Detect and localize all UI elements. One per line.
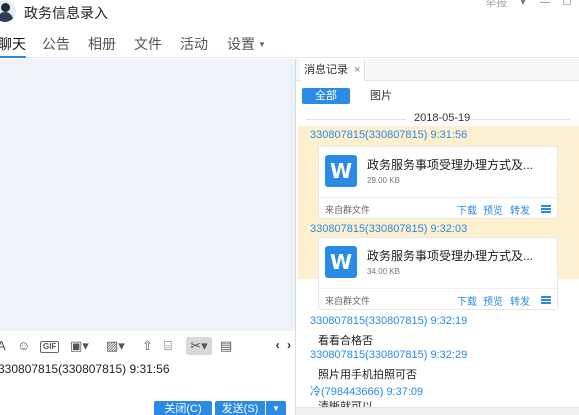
preview-link[interactable]: 预览 xyxy=(483,202,503,217)
tab-activities[interactable]: 活动 xyxy=(180,34,208,54)
tab-message-history-label: 消息记录 xyxy=(304,64,348,76)
date-line-right xyxy=(470,119,570,120)
filter-images-button[interactable]: 图片 xyxy=(370,88,392,104)
tab-settings-label: 设置 xyxy=(227,36,255,52)
tab-message-history[interactable]: 消息记录 × xyxy=(300,59,366,81)
message-sender[interactable]: 330807815(330807815) 9:32:29 xyxy=(310,349,467,361)
send-options-button[interactable]: ▼ xyxy=(266,401,286,415)
file-size: 29.00 KB xyxy=(367,176,400,185)
forward-link[interactable]: 转发 xyxy=(510,293,530,308)
avatar-body xyxy=(0,12,13,22)
avatar-head xyxy=(1,3,10,12)
nav-tabs: 聊天 公告 相册 文件 活动 设置 ▼ xyxy=(0,28,579,58)
message-history-panel: 消息记录 × 全部 图片 2018-05-19 330807815(3308078… xyxy=(296,59,579,415)
image-icon[interactable]: ▨▾ xyxy=(106,337,125,355)
message-sender[interactable]: 冷(798443666) 9:37:09 xyxy=(310,383,423,399)
history-nav-arrows[interactable]: ‹ › xyxy=(276,338,293,352)
minimize-button[interactable]: — xyxy=(539,0,551,8)
preview-link[interactable]: 预览 xyxy=(483,293,503,308)
tab-announcements[interactable]: 公告 xyxy=(42,34,70,54)
tab-album[interactable]: 相册 xyxy=(88,34,116,54)
chevron-down-icon: ▼ xyxy=(258,40,266,49)
message-sender[interactable]: 330807815(330807815) 9:32:03 xyxy=(310,223,467,235)
calendar-icon[interactable]: ⌸ xyxy=(164,337,172,355)
file-card[interactable]: W 政务服务事项受理办理方式及... 29.00 KB 来自群文件 下载 预览 … xyxy=(318,146,558,219)
report-link[interactable]: 举报 xyxy=(485,0,507,10)
emoji-icon[interactable]: ☺ xyxy=(17,337,30,355)
file-name[interactable]: 政务服务事项受理办理方式及... xyxy=(367,247,533,264)
file-card[interactable]: W 政务服务事项受理办理方式及... 34.00 KB 来自群文件 下载 预览 … xyxy=(318,237,558,310)
file-size: 34.00 KB xyxy=(367,267,400,276)
message-text: 清晰就可以 xyxy=(318,401,373,407)
chat-message-area[interactable] xyxy=(0,59,295,331)
file-source: 来自群文件 xyxy=(325,205,371,215)
message-sender[interactable]: 330807815(330807815) 9:31:56 xyxy=(310,129,467,141)
scissors-icon[interactable]: ✂▾ xyxy=(186,337,212,355)
title-bar: 政务信息录入 举报 ▾ — ☐ xyxy=(0,0,579,28)
send-button[interactable]: 发送(S) xyxy=(215,401,265,415)
file-card-footer: 来自群文件 下载 预览 转发 xyxy=(319,288,557,310)
history-tab-bar: 消息记录 × xyxy=(296,59,579,81)
word-file-icon: W xyxy=(325,246,357,278)
tab-settings[interactable]: 设置 ▼ xyxy=(227,34,266,54)
date-line-left xyxy=(306,119,406,120)
history-bottom-bar xyxy=(296,407,579,415)
message-sender[interactable]: 330807815(330807815) 9:32:19 xyxy=(310,315,467,327)
window-controls: 举报 ▾ — ☐ xyxy=(485,0,579,12)
tab-chat[interactable]: 聊天 xyxy=(0,34,26,54)
forward-link[interactable]: 转发 xyxy=(510,202,530,217)
active-tab-indicator xyxy=(0,56,26,58)
menu-icon[interactable] xyxy=(541,296,551,304)
file-source: 来自群文件 xyxy=(325,296,371,306)
gif-icon[interactable]: GIF xyxy=(40,341,60,353)
close-button[interactable]: 关闭(C) xyxy=(154,401,212,415)
font-icon[interactable]: A xyxy=(0,337,6,355)
message-text: 看看合格否 xyxy=(318,335,373,347)
gift-icon[interactable]: ▣▾ xyxy=(70,337,89,355)
download-link[interactable]: 下载 xyxy=(457,202,477,217)
window-title: 政务信息录入 xyxy=(24,5,108,21)
menu-icon[interactable] xyxy=(541,205,551,213)
date-separator: 2018-05-19 xyxy=(296,112,579,126)
file-card-footer: 来自群文件 下载 预览 转发 xyxy=(319,197,557,219)
maximize-button[interactable]: ☐ xyxy=(561,0,573,8)
download-link[interactable]: 下载 xyxy=(457,293,477,308)
file-name[interactable]: 政务服务事项受理办理方式及... xyxy=(367,156,533,173)
input-toolbar: A ☺ GIF ▣▾ ▨▾ ⇧ ⌸ ✂▾ ▤ ‹ › xyxy=(0,333,295,359)
date-label: 2018-05-19 xyxy=(414,112,471,124)
window-menu-button[interactable]: ▾ xyxy=(517,0,529,8)
upload-icon[interactable]: ⇧ xyxy=(142,337,153,355)
group-avatar[interactable] xyxy=(0,0,16,22)
message-input-text: 330807815(330807815) 9:31:56 xyxy=(0,362,170,376)
word-file-icon: W xyxy=(325,155,357,187)
close-icon[interactable]: × xyxy=(354,64,360,76)
tab-files[interactable]: 文件 xyxy=(134,34,162,54)
clear-icon[interactable]: ▤ xyxy=(220,337,232,355)
filter-all-button[interactable]: 全部 xyxy=(302,88,350,104)
message-text: 照片用手机拍照可否 xyxy=(318,369,417,381)
